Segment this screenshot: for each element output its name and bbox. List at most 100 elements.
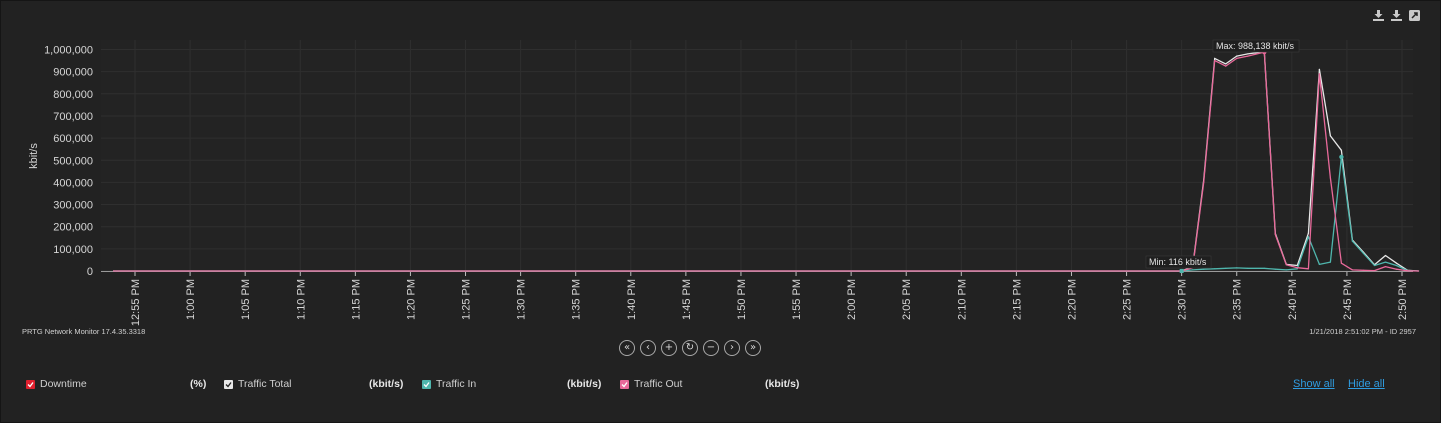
data-point (1192, 269, 1194, 271)
y-tick-label: 500,000 (53, 155, 93, 167)
x-tick-label: 1:20 PM (405, 279, 417, 320)
reset-button[interactable]: ↻ (682, 340, 698, 356)
zoom-in-button[interactable]: + (661, 340, 677, 356)
data-point (1362, 269, 1365, 271)
checkbox-icon[interactable] (224, 379, 233, 389)
y-axis-label: kbit/s (28, 143, 40, 169)
x-tick-label: 2:05 PM (901, 279, 913, 320)
data-point (1285, 264, 1287, 266)
legend-item-traffic-in[interactable]: Traffic In (422, 378, 476, 390)
graph-navigation: « ‹ + ↻ − › » (619, 340, 761, 356)
x-tick-label: 1:40 PM (626, 279, 638, 320)
checkbox-icon[interactable] (26, 379, 35, 389)
data-point (1236, 57, 1238, 59)
x-tick-label: 1:50 PM (736, 279, 748, 320)
first-page-button[interactable]: « (619, 340, 635, 356)
data-point (1373, 264, 1376, 267)
data-point (1384, 261, 1387, 263)
x-tick-label: 1:25 PM (461, 279, 473, 320)
y-tick-label: 700,000 (53, 111, 93, 123)
x-tick-label: 2:45 PM (1342, 279, 1354, 320)
legend-unit: (kbit/s) (567, 378, 602, 390)
legend-label: Traffic Out (634, 378, 683, 390)
data-point (1384, 254, 1387, 257)
data-point (1318, 263, 1320, 265)
data-point (1362, 252, 1365, 254)
legend-label: Downtime (40, 378, 87, 390)
x-tick-label: 2:35 PM (1232, 279, 1244, 320)
legend-label: Traffic Total (238, 378, 292, 390)
data-point (1351, 269, 1354, 271)
y-tick-label: 200,000 (53, 222, 93, 234)
data-point (1247, 55, 1249, 57)
x-tick-label: 1:55 PM (791, 279, 803, 320)
legend-unit: (kbit/s) (369, 378, 404, 390)
data-point (1340, 262, 1343, 264)
x-tick-label: 1:15 PM (350, 279, 362, 320)
x-tick-label: 2:10 PM (956, 279, 968, 320)
data-point (1329, 261, 1331, 263)
chart-legend: Downtime (%) Traffic Total (kbit/s) Traf… (26, 378, 1406, 392)
plot-area (101, 40, 1413, 271)
x-tick-label: 1:05 PM (240, 279, 252, 320)
legend-unit: (%) (190, 378, 207, 390)
data-point (1395, 264, 1398, 267)
data-point (1203, 268, 1205, 270)
data-point (1329, 177, 1331, 179)
last-page-button[interactable]: » (745, 340, 761, 356)
checkbox-icon[interactable] (620, 379, 629, 389)
y-tick-label: 400,000 (53, 177, 93, 189)
data-point (1203, 181, 1205, 183)
data-point (1247, 267, 1249, 269)
y-tick-label: 600,000 (53, 133, 93, 145)
data-point (1351, 240, 1354, 242)
data-point (1373, 269, 1376, 272)
data-point (1318, 73, 1320, 75)
legend-label: Traffic In (436, 378, 477, 390)
legend-item-traffic-total[interactable]: Traffic Total (224, 378, 292, 390)
x-tick-label: 1:10 PM (295, 279, 307, 320)
checkbox-icon[interactable] (422, 379, 431, 389)
data-point (1274, 233, 1276, 236)
data-point (1274, 268, 1276, 270)
next-button[interactable]: › (724, 340, 740, 356)
previous-button[interactable]: ‹ (640, 340, 656, 356)
x-tick-label: 2:50 PM (1397, 279, 1409, 320)
x-tick-label: 2:15 PM (1011, 279, 1023, 320)
data-point (1296, 267, 1298, 269)
x-tick-label: 2:25 PM (1122, 279, 1134, 320)
legend-item-traffic-out[interactable]: Traffic Out (620, 378, 682, 390)
x-tick-label: 1:35 PM (571, 279, 583, 320)
legend-item-downtime[interactable]: Downtime (26, 378, 87, 390)
x-tick-label: 2:20 PM (1066, 279, 1078, 320)
hide-all-link[interactable]: Hide all (1348, 378, 1385, 390)
data-point (1395, 268, 1398, 270)
data-point (1329, 135, 1331, 137)
data-point (1307, 232, 1309, 234)
data-point (1307, 268, 1309, 270)
data-point (1285, 269, 1287, 271)
max-annotation: Max: 988,138 kbit/s (1216, 41, 1295, 51)
show-all-link[interactable]: Show all (1293, 378, 1335, 390)
data-point (1263, 267, 1265, 269)
timestamp-label: 1/21/2018 2:51:02 PM - ID 2957 (1309, 327, 1416, 336)
legend-unit: (kbit/s) (765, 378, 800, 390)
in-peak-marker (1339, 154, 1344, 160)
data-point (1225, 63, 1227, 65)
y-tick-label: 1,000,000 (44, 45, 93, 57)
data-point (1214, 59, 1216, 62)
data-point (1406, 270, 1409, 272)
zoom-out-button[interactable]: − (703, 340, 719, 356)
data-point (1395, 262, 1398, 264)
y-tick-label: 800,000 (53, 89, 93, 101)
min-marker (1179, 268, 1184, 273)
y-tick-label: 100,000 (53, 244, 93, 256)
data-point (1247, 53, 1249, 55)
x-tick-label: 1:45 PM (681, 279, 693, 320)
data-point (1236, 267, 1238, 269)
data-point (1417, 270, 1420, 272)
x-tick-label: 2:40 PM (1287, 279, 1299, 320)
x-tick-label: 1:00 PM (185, 279, 197, 320)
data-point (1214, 57, 1216, 59)
data-point (1225, 65, 1227, 67)
